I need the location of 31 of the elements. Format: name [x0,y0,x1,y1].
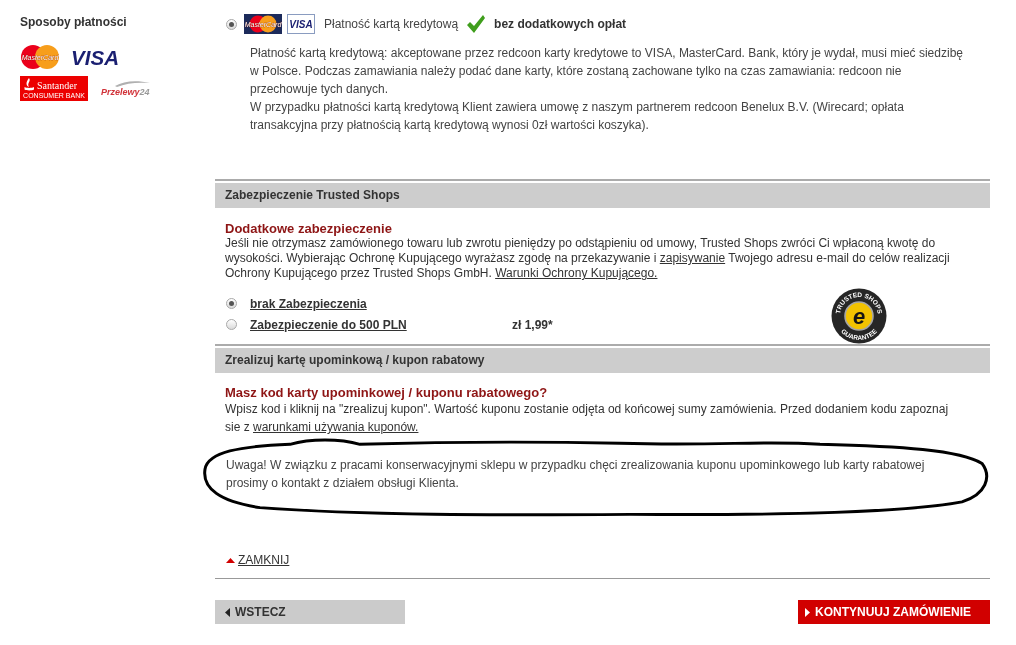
coupon-description: Wpisz kod i kliknij na "zrealizuj kupon". Wartość kuponu zostanie odjęta od końcowej sumy zamówienia. Przed dodaniem kodu zapoznaj sie z warunkami używania kuponów. [225,401,950,436]
sidebar-title: Sposoby płatności [20,15,128,30]
section-title: Masz kod karty upominkowej / kuponu rabatowego? [225,385,549,400]
continue-button[interactable]: KONTYNUUJ ZAMÓWIENIE [798,600,990,624]
notice-text: Uwaga! W związku z pracami konserwacyjnymi sklepu w przypadku chęci zrealizowania kuponu upominkowego lub karty rabatowej prosimy o kontakt z działem obsługi Klienta. [226,457,926,492]
caret-right-icon [805,607,810,617]
text-link[interactable]: Warunki Ochrony Kupującego. [495,266,658,280]
caret-up-icon [226,557,235,563]
section-header: Zabezpieczenie Trusted Shops [215,183,990,208]
payment-description: Płatność kartą kredytową: akceptowane przez redcoon karty kredytowe to VISA, MasterCard. Bank, który je wydał, musi mieć siedzibę w Polsce. Podczas zamawiania należy podać dane karty, które zostaną zachowane tylko na czas zamawiania: redcoon nie przechowuje tych danych. [250,45,964,98]
visa-logo: VISA [70,47,120,67]
przelewy24-logo: Przelewy24 [100,79,152,98]
section-title: Dodatkowe zabezpieczenie [225,221,393,236]
option-price: zł 1,99* [512,317,553,332]
close-link[interactable]: ZAMKNIJ [226,552,290,568]
option-label[interactable]: Zabezpieczenie do 500 PLN [250,317,512,332]
check-icon [466,14,487,34]
caret-left-icon [225,607,230,617]
text-link[interactable]: warunkami używania kuponów. [253,420,419,434]
radio-button[interactable] [226,298,237,309]
radio-button[interactable] [226,18,237,30]
fee-note: bez dodatkowych opłat [494,17,627,31]
payment-description: W przypadku płatności kartą kredytową Klient zawiera umowę z naszym partnerem redcoon Benelux B.V. (Wirecard; opłata transakcyjna przy płatnością kartą kredytową wynosi 0zł wartości koszyka). [250,99,905,134]
visa-logo: VISA [287,14,315,34]
back-button[interactable]: WSTECZ [215,600,405,624]
radio-button[interactable] [226,319,237,330]
payment-label: Płatność kartą kredytową [324,17,459,31]
protection-description: Jeśli nie otrzymasz zamówionego towaru lub zwrotu pieniędzy po odstąpieniu od umowy, Trusted Shops zwróci Ci wpłaconą kwotę do wysokości. Wybierając Ochronę Kupującego wyrażasz zgodę na przekazywanie i zapisywanie Twojego adresu e-mail do celów realizacji Ochrony Kupującego przez Trusted Shops GmbH. Warunki Ochrony Kupującego. [225,236,951,281]
text-link[interactable]: zapisywanie [659,251,726,265]
section-header: Zrealizuj kartę upominkową / kupon rabatowy [215,348,990,373]
option-label[interactable]: brak Zabezpieczenia [250,296,512,311]
